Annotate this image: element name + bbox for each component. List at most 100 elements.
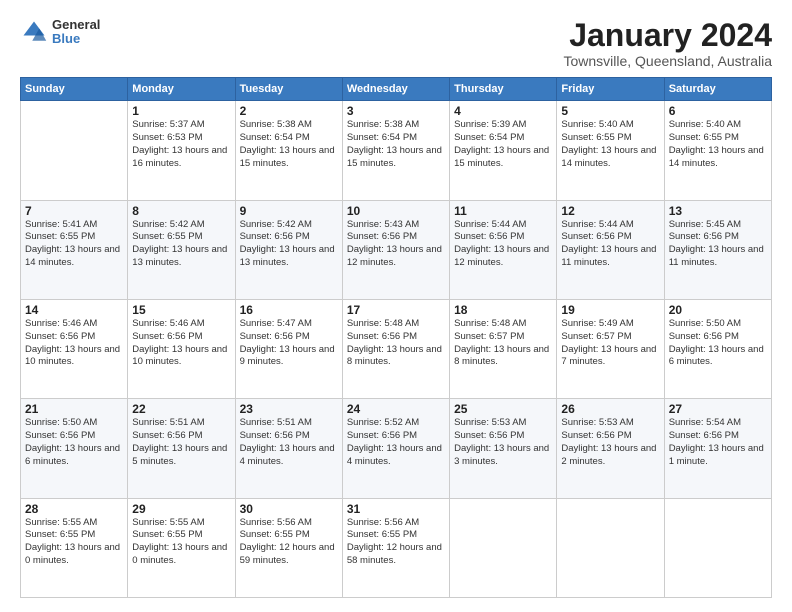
- day-number: 15: [132, 303, 230, 317]
- calendar-cell: 22Sunrise: 5:51 AM Sunset: 6:56 PM Dayli…: [128, 399, 235, 498]
- day-number: 14: [25, 303, 123, 317]
- day-number: 27: [669, 402, 767, 416]
- day-number: 23: [240, 402, 338, 416]
- calendar-week-3: 14Sunrise: 5:46 AM Sunset: 6:56 PM Dayli…: [21, 299, 772, 398]
- day-number: 13: [669, 204, 767, 218]
- day-number: 17: [347, 303, 445, 317]
- calendar-cell: 17Sunrise: 5:48 AM Sunset: 6:56 PM Dayli…: [342, 299, 449, 398]
- day-number: 10: [347, 204, 445, 218]
- day-info: Sunrise: 5:38 AM Sunset: 6:54 PM Dayligh…: [347, 119, 445, 170]
- calendar-cell: 27Sunrise: 5:54 AM Sunset: 6:56 PM Dayli…: [664, 399, 771, 498]
- day-info: Sunrise: 5:52 AM Sunset: 6:56 PM Dayligh…: [347, 417, 445, 468]
- calendar-cell: 13Sunrise: 5:45 AM Sunset: 6:56 PM Dayli…: [664, 200, 771, 299]
- day-info: Sunrise: 5:53 AM Sunset: 6:56 PM Dayligh…: [454, 417, 552, 468]
- day-number: 12: [561, 204, 659, 218]
- day-number: 7: [25, 204, 123, 218]
- day-number: 19: [561, 303, 659, 317]
- day-number: 31: [347, 502, 445, 516]
- calendar-cell: 23Sunrise: 5:51 AM Sunset: 6:56 PM Dayli…: [235, 399, 342, 498]
- calendar-cell: [450, 498, 557, 597]
- calendar-table: SundayMondayTuesdayWednesdayThursdayFrid…: [20, 77, 772, 598]
- calendar-cell: 1Sunrise: 5:37 AM Sunset: 6:53 PM Daylig…: [128, 101, 235, 200]
- calendar-cell: 12Sunrise: 5:44 AM Sunset: 6:56 PM Dayli…: [557, 200, 664, 299]
- day-info: Sunrise: 5:43 AM Sunset: 6:56 PM Dayligh…: [347, 219, 445, 270]
- day-info: Sunrise: 5:42 AM Sunset: 6:55 PM Dayligh…: [132, 219, 230, 270]
- day-info: Sunrise: 5:38 AM Sunset: 6:54 PM Dayligh…: [240, 119, 338, 170]
- calendar-week-4: 21Sunrise: 5:50 AM Sunset: 6:56 PM Dayli…: [21, 399, 772, 498]
- day-number: 18: [454, 303, 552, 317]
- calendar-cell: [21, 101, 128, 200]
- calendar-cell: 18Sunrise: 5:48 AM Sunset: 6:57 PM Dayli…: [450, 299, 557, 398]
- logo-blue: Blue: [52, 32, 100, 46]
- calendar-week-2: 7Sunrise: 5:41 AM Sunset: 6:55 PM Daylig…: [21, 200, 772, 299]
- day-info: Sunrise: 5:45 AM Sunset: 6:56 PM Dayligh…: [669, 219, 767, 270]
- header: General Blue January 2024 Townsville, Qu…: [20, 18, 772, 69]
- calendar-cell: 21Sunrise: 5:50 AM Sunset: 6:56 PM Dayli…: [21, 399, 128, 498]
- day-number: 3: [347, 104, 445, 118]
- logo-general: General: [52, 18, 100, 32]
- day-number: 26: [561, 402, 659, 416]
- day-number: 29: [132, 502, 230, 516]
- day-info: Sunrise: 5:49 AM Sunset: 6:57 PM Dayligh…: [561, 318, 659, 369]
- weekday-header-row: SundayMondayTuesdayWednesdayThursdayFrid…: [21, 78, 772, 101]
- day-number: 21: [25, 402, 123, 416]
- day-number: 16: [240, 303, 338, 317]
- calendar-cell: 6Sunrise: 5:40 AM Sunset: 6:55 PM Daylig…: [664, 101, 771, 200]
- day-info: Sunrise: 5:48 AM Sunset: 6:56 PM Dayligh…: [347, 318, 445, 369]
- calendar-cell: 2Sunrise: 5:38 AM Sunset: 6:54 PM Daylig…: [235, 101, 342, 200]
- day-number: 4: [454, 104, 552, 118]
- calendar-cell: 25Sunrise: 5:53 AM Sunset: 6:56 PM Dayli…: [450, 399, 557, 498]
- day-number: 6: [669, 104, 767, 118]
- calendar-body: 1Sunrise: 5:37 AM Sunset: 6:53 PM Daylig…: [21, 101, 772, 598]
- calendar-cell: 19Sunrise: 5:49 AM Sunset: 6:57 PM Dayli…: [557, 299, 664, 398]
- day-info: Sunrise: 5:54 AM Sunset: 6:56 PM Dayligh…: [669, 417, 767, 468]
- calendar-cell: [557, 498, 664, 597]
- weekday-header-saturday: Saturday: [664, 78, 771, 101]
- day-info: Sunrise: 5:55 AM Sunset: 6:55 PM Dayligh…: [132, 517, 230, 568]
- day-info: Sunrise: 5:50 AM Sunset: 6:56 PM Dayligh…: [25, 417, 123, 468]
- day-info: Sunrise: 5:46 AM Sunset: 6:56 PM Dayligh…: [132, 318, 230, 369]
- calendar-cell: 14Sunrise: 5:46 AM Sunset: 6:56 PM Dayli…: [21, 299, 128, 398]
- day-number: 20: [669, 303, 767, 317]
- day-info: Sunrise: 5:51 AM Sunset: 6:56 PM Dayligh…: [132, 417, 230, 468]
- calendar-cell: 4Sunrise: 5:39 AM Sunset: 6:54 PM Daylig…: [450, 101, 557, 200]
- day-number: 1: [132, 104, 230, 118]
- day-number: 8: [132, 204, 230, 218]
- day-number: 11: [454, 204, 552, 218]
- day-number: 24: [347, 402, 445, 416]
- day-number: 28: [25, 502, 123, 516]
- day-info: Sunrise: 5:47 AM Sunset: 6:56 PM Dayligh…: [240, 318, 338, 369]
- weekday-header-wednesday: Wednesday: [342, 78, 449, 101]
- day-info: Sunrise: 5:39 AM Sunset: 6:54 PM Dayligh…: [454, 119, 552, 170]
- day-info: Sunrise: 5:37 AM Sunset: 6:53 PM Dayligh…: [132, 119, 230, 170]
- day-number: 5: [561, 104, 659, 118]
- day-info: Sunrise: 5:51 AM Sunset: 6:56 PM Dayligh…: [240, 417, 338, 468]
- calendar-cell: 3Sunrise: 5:38 AM Sunset: 6:54 PM Daylig…: [342, 101, 449, 200]
- calendar-cell: [664, 498, 771, 597]
- calendar-cell: 8Sunrise: 5:42 AM Sunset: 6:55 PM Daylig…: [128, 200, 235, 299]
- logo: General Blue: [20, 18, 100, 47]
- weekday-header-sunday: Sunday: [21, 78, 128, 101]
- calendar-cell: 20Sunrise: 5:50 AM Sunset: 6:56 PM Dayli…: [664, 299, 771, 398]
- day-info: Sunrise: 5:46 AM Sunset: 6:56 PM Dayligh…: [25, 318, 123, 369]
- calendar-week-5: 28Sunrise: 5:55 AM Sunset: 6:55 PM Dayli…: [21, 498, 772, 597]
- day-info: Sunrise: 5:41 AM Sunset: 6:55 PM Dayligh…: [25, 219, 123, 270]
- day-number: 2: [240, 104, 338, 118]
- calendar-week-1: 1Sunrise: 5:37 AM Sunset: 6:53 PM Daylig…: [21, 101, 772, 200]
- calendar-header: SundayMondayTuesdayWednesdayThursdayFrid…: [21, 78, 772, 101]
- calendar-cell: 31Sunrise: 5:56 AM Sunset: 6:55 PM Dayli…: [342, 498, 449, 597]
- day-info: Sunrise: 5:40 AM Sunset: 6:55 PM Dayligh…: [669, 119, 767, 170]
- day-info: Sunrise: 5:40 AM Sunset: 6:55 PM Dayligh…: [561, 119, 659, 170]
- day-info: Sunrise: 5:44 AM Sunset: 6:56 PM Dayligh…: [561, 219, 659, 270]
- day-info: Sunrise: 5:55 AM Sunset: 6:55 PM Dayligh…: [25, 517, 123, 568]
- calendar-page: General Blue January 2024 Townsville, Qu…: [0, 0, 792, 612]
- weekday-header-tuesday: Tuesday: [235, 78, 342, 101]
- day-info: Sunrise: 5:56 AM Sunset: 6:55 PM Dayligh…: [240, 517, 338, 568]
- location-subtitle: Townsville, Queensland, Australia: [563, 53, 772, 69]
- calendar-cell: 30Sunrise: 5:56 AM Sunset: 6:55 PM Dayli…: [235, 498, 342, 597]
- weekday-header-thursday: Thursday: [450, 78, 557, 101]
- day-number: 22: [132, 402, 230, 416]
- logo-text: General Blue: [52, 18, 100, 47]
- day-number: 25: [454, 402, 552, 416]
- day-info: Sunrise: 5:48 AM Sunset: 6:57 PM Dayligh…: [454, 318, 552, 369]
